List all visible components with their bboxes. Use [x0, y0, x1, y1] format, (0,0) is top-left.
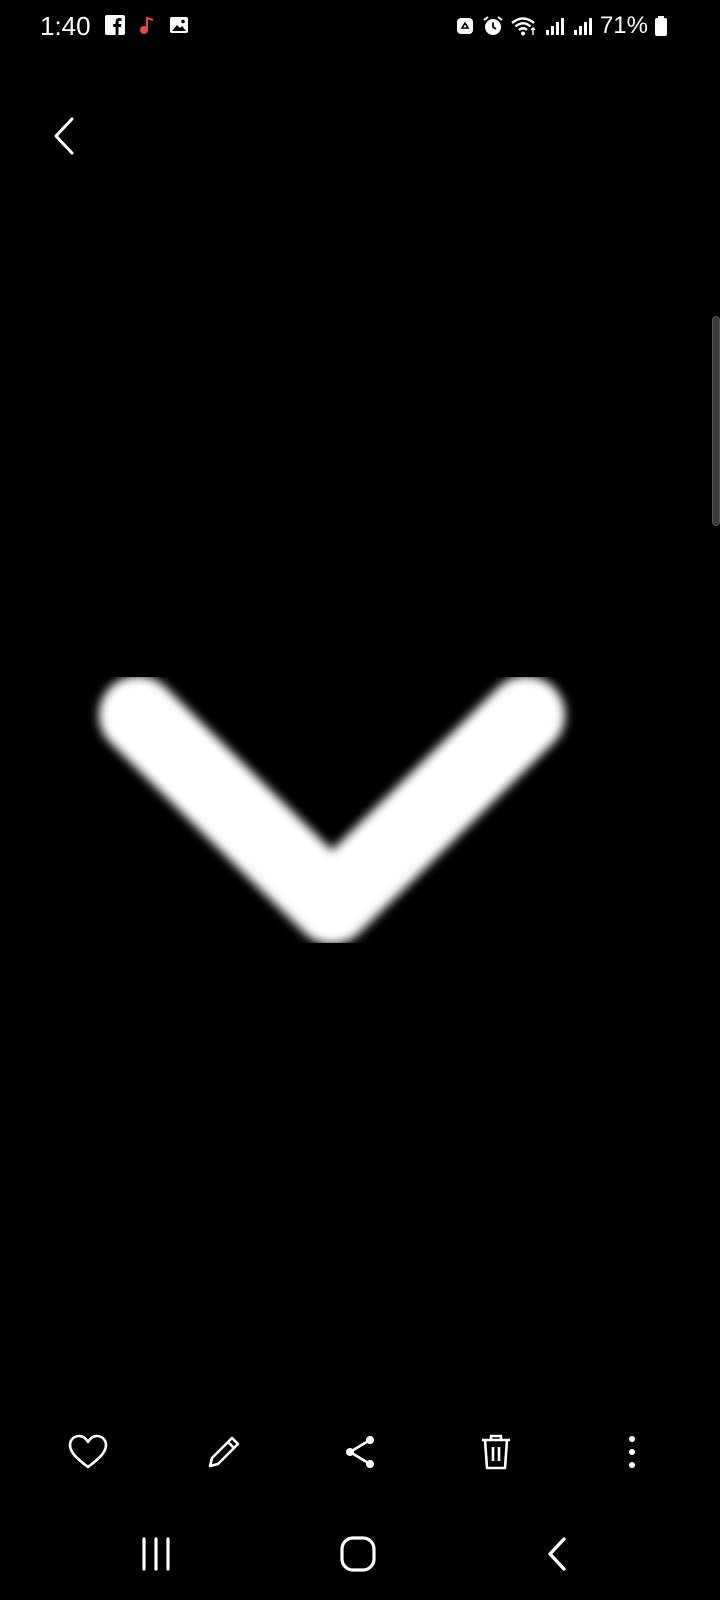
recent-apps-button[interactable]: [118, 1516, 194, 1592]
recent-apps-icon: [142, 1537, 170, 1571]
delete-button[interactable]: [464, 1420, 528, 1484]
home-button[interactable]: [320, 1516, 396, 1592]
photo-view[interactable]: [0, 0, 720, 1600]
more-options-button[interactable]: [600, 1420, 664, 1484]
favorite-button[interactable]: [56, 1420, 120, 1484]
home-icon: [340, 1536, 376, 1572]
back-icon: [548, 1537, 566, 1571]
trash-icon: [482, 1434, 510, 1470]
pencil-icon: [208, 1436, 240, 1468]
share-button[interactable]: [328, 1420, 392, 1484]
edit-button[interactable]: [192, 1420, 256, 1484]
heart-icon: [68, 1434, 108, 1469]
chevron-down-image: [99, 676, 565, 944]
more-vertical-icon: [629, 1436, 635, 1468]
share-icon: [346, 1436, 374, 1468]
action-bar: [0, 1420, 720, 1484]
nav-back-button[interactable]: [520, 1516, 596, 1592]
scroll-indicator[interactable]: [712, 316, 720, 526]
navigation-bar: [0, 1516, 720, 1592]
